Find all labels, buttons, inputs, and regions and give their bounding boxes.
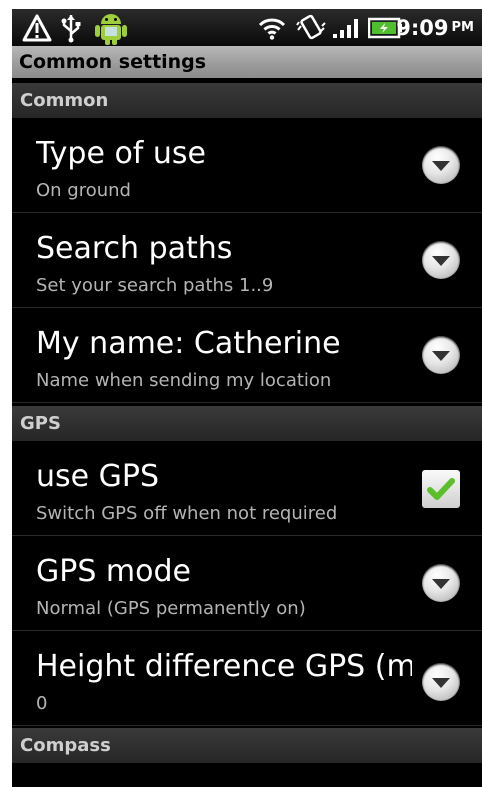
dropdown-arrow-icon[interactable] (422, 146, 460, 184)
ampm-text: PM (451, 20, 474, 35)
pref-gps-mode[interactable]: GPS mode Normal (GPS permanently on) (12, 536, 482, 631)
status-time: 9:09 PM (396, 9, 474, 46)
category-label: Common (20, 90, 109, 111)
pref-summary: Switch GPS off when not required (36, 503, 338, 524)
pref-search-paths[interactable]: Search paths Set your search paths 1..9 (12, 213, 482, 308)
page-title: Common settings (19, 51, 207, 73)
pref-title: My name: Catherine (36, 326, 341, 361)
use-gps-checkbox[interactable] (422, 470, 460, 508)
pref-summary: Set your search paths 1..9 (36, 275, 274, 296)
category-header-gps: GPS (12, 406, 482, 441)
dropdown-arrow-icon[interactable] (422, 241, 460, 279)
pref-title: use GPS (36, 459, 160, 494)
wifi-icon (257, 9, 287, 46)
checkmark-icon (427, 478, 455, 500)
title-bar: Common settings (12, 46, 482, 78)
pref-my-name[interactable]: My name: Catherine Name when sending my … (12, 308, 482, 403)
pref-title: GPS mode (36, 554, 191, 589)
time-text: 9:09 (396, 15, 449, 40)
dropdown-arrow-icon[interactable] (422, 663, 460, 701)
pref-summary: 0 (36, 693, 48, 714)
pref-use-gps[interactable]: use GPS Switch GPS off when not required (12, 441, 482, 536)
category-label: GPS (20, 413, 61, 434)
pref-summary: Name when sending my location (36, 370, 332, 391)
pref-summary: On ground (36, 180, 131, 201)
pref-height-difference-gps[interactable]: Height difference GPS (m 0 (12, 631, 482, 726)
dropdown-arrow-icon[interactable] (422, 564, 460, 602)
signal-icon (332, 9, 362, 46)
vibrate-icon (295, 9, 327, 46)
pref-title: Search paths (36, 231, 233, 266)
pref-summary: Normal (GPS permanently on) (36, 598, 306, 619)
pref-type-of-use[interactable]: Type of use On ground (12, 118, 482, 213)
pref-title: Height difference GPS (m (36, 649, 412, 684)
status-bar: 9:09 PM (12, 9, 482, 46)
pref-title: Type of use (36, 136, 206, 171)
warning-icon (22, 9, 52, 46)
category-header-compass: Compass (12, 728, 482, 763)
android-icon (94, 9, 128, 46)
app-screen: 9:09 PM Common settings Common Type of us… (12, 9, 482, 787)
usb-icon (60, 9, 82, 46)
dropdown-arrow-icon[interactable] (422, 336, 460, 374)
category-label: Compass (20, 735, 111, 756)
category-header-common: Common (12, 83, 482, 118)
